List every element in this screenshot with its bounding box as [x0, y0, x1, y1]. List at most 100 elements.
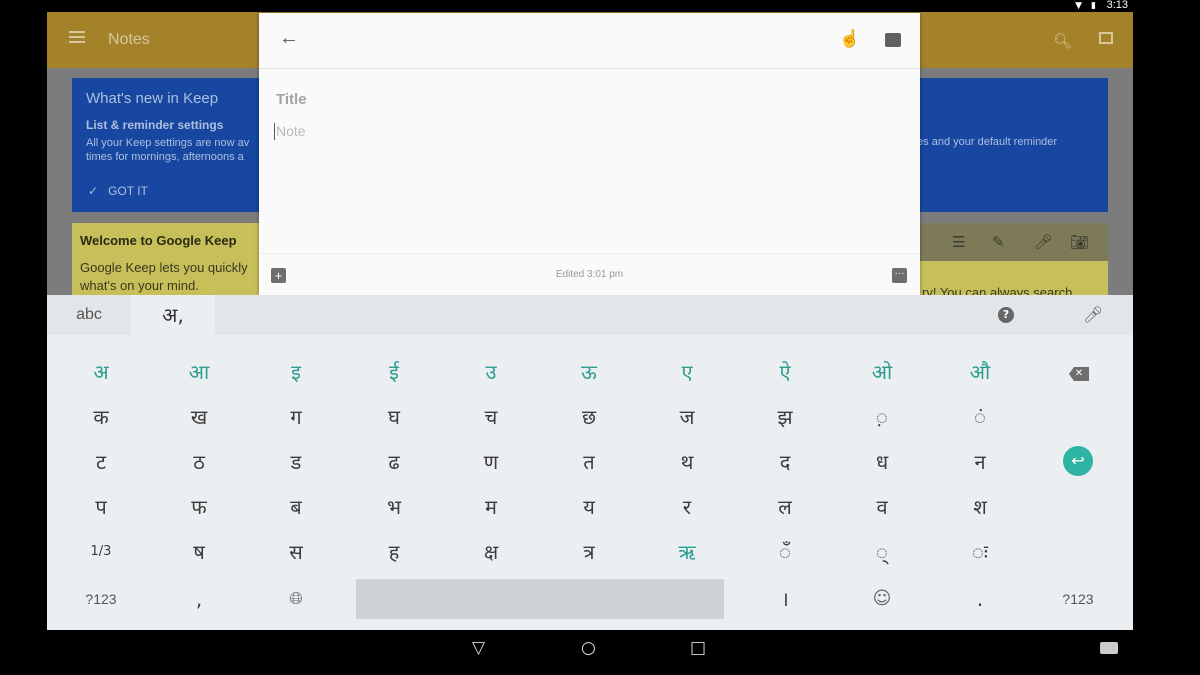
app-title: Notes — [108, 31, 150, 48]
key-2-8[interactable]: ध — [833, 440, 931, 484]
backspace-icon[interactable]: ✕ — [1069, 367, 1089, 381]
menu-icon[interactable] — [69, 31, 85, 43]
key-1-7[interactable]: झ — [736, 395, 834, 439]
key-0-3[interactable]: ई — [345, 350, 443, 394]
key-0-1[interactable]: आ — [150, 350, 248, 394]
key-4-8[interactable]: ◌् — [833, 530, 931, 574]
status-bar: ▼ ▮ 3:13 — [0, 0, 1200, 12]
key-0-0[interactable]: अ — [52, 350, 150, 394]
period-key[interactable]: . — [931, 577, 1029, 621]
key-1-3[interactable]: घ — [345, 395, 443, 439]
key-4-2[interactable]: स — [247, 530, 345, 574]
grid-view-icon[interactable] — [1099, 32, 1113, 44]
whats-new-body: All your Keep settings are now av times … — [86, 137, 250, 163]
home-icon[interactable]: ○ — [581, 638, 596, 658]
key-4-3[interactable]: ह — [345, 530, 443, 574]
symbols-key-left[interactable]: ?123 — [52, 577, 150, 621]
whats-new-subheading: List & reminder settings — [86, 118, 224, 132]
got-it-button[interactable]: ✓ GOT IT — [88, 184, 148, 198]
wifi-icon: ▼ — [1075, 1, 1082, 11]
key-3-1[interactable]: फ — [150, 485, 248, 529]
key-2-7[interactable]: द — [736, 440, 834, 484]
key-3-8[interactable]: व — [833, 485, 931, 529]
battery-icon: ▮ — [1091, 1, 1096, 11]
back-arrow-icon[interactable]: ← — [279, 27, 299, 50]
key-3-3[interactable]: भ — [345, 485, 443, 529]
key-2-5[interactable]: त — [540, 440, 638, 484]
space-bar[interactable] — [356, 579, 724, 619]
key-0-9[interactable]: औ — [931, 350, 1029, 394]
key-0-7[interactable]: ऐ — [736, 350, 834, 394]
clock: 3:13 — [1106, 0, 1128, 11]
help-icon[interactable]: ? — [998, 307, 1014, 323]
key-3-5[interactable]: य — [540, 485, 638, 529]
welcome-body: Google Keep lets you quickly what's on y… — [80, 260, 248, 293]
back-icon[interactable]: ▽ — [472, 638, 485, 658]
key-0-8[interactable]: ओ — [833, 350, 931, 394]
key-3-0[interactable]: प — [52, 485, 150, 529]
navigation-bar: ▽ ○ □ — [0, 630, 1200, 675]
key-2-6[interactable]: थ — [638, 440, 736, 484]
key-1-4[interactable]: च — [442, 395, 540, 439]
key-4-6[interactable]: ऋ — [638, 530, 736, 574]
editor-toolbar: ← ☝ — [259, 13, 920, 69]
editor-footer: + Edited 3:01 pm ··· — [259, 253, 920, 296]
tab-abc[interactable]: abc — [47, 295, 131, 335]
search-icon[interactable]: 🔍︎ — [1053, 32, 1072, 50]
key-0-5[interactable]: ऊ — [540, 350, 638, 394]
key-1-8[interactable]: ◌़ — [833, 395, 931, 439]
key-2-0[interactable]: ट — [52, 440, 150, 484]
key-1-9[interactable]: ◌ं — [931, 395, 1029, 439]
new-note-toolbar: ☰ ✎ 🎤︎ 📷︎ — [920, 223, 1108, 261]
welcome-heading: Welcome to Google Keep — [80, 233, 237, 248]
camera-icon[interactable]: 📷︎ — [1070, 233, 1089, 251]
key-2-3[interactable]: ढ — [345, 440, 443, 484]
danda-key[interactable]: । — [736, 577, 834, 621]
key-2-9[interactable]: न — [931, 440, 1029, 484]
key-2-1[interactable]: ठ — [150, 440, 248, 484]
emoji-icon[interactable]: ☺ — [833, 577, 931, 621]
mic-icon[interactable]: 🎤︎ — [1083, 305, 1103, 324]
key-4-9[interactable]: ◌ः — [931, 530, 1029, 574]
mic-icon[interactable]: 🎤︎ — [1034, 233, 1053, 251]
note-input[interactable]: Note — [274, 123, 306, 140]
list-icon[interactable]: ☰ — [952, 233, 965, 251]
hindi-keyboard: abc अ, ? 🎤︎ अ आ इ ई उ ऊ ए ऐ ओ औ क ख ग घ च छ ज झ ◌़ ◌ं ट ठ ड ढ ण त… — [47, 295, 1133, 630]
key-3-6[interactable]: र — [638, 485, 736, 529]
keyboard-suggestion-bar: abc अ, ? 🎤︎ — [47, 295, 1133, 335]
key-4-0[interactable]: 1/3 — [52, 530, 150, 574]
archive-icon[interactable] — [885, 33, 901, 47]
key-2-4[interactable]: ण — [442, 440, 540, 484]
key-2-2[interactable]: ड — [247, 440, 345, 484]
title-input[interactable]: Title — [276, 91, 307, 108]
key-1-1[interactable]: ख — [150, 395, 248, 439]
key-4-5[interactable]: त्र — [540, 530, 638, 574]
key-3-4[interactable]: म — [442, 485, 540, 529]
more-options-icon[interactable]: ··· — [892, 268, 907, 283]
enter-icon[interactable]: ↩ — [1063, 446, 1093, 476]
key-4-7[interactable]: ◌ँ — [736, 530, 834, 574]
key-4-4[interactable]: क्ष — [442, 530, 540, 574]
key-1-6[interactable]: ज — [638, 395, 736, 439]
keyboard-icon[interactable] — [1100, 642, 1118, 654]
key-1-2[interactable]: ग — [247, 395, 345, 439]
key-0-6[interactable]: ए — [638, 350, 736, 394]
key-0-4[interactable]: उ — [442, 350, 540, 394]
pen-icon[interactable]: ✎ — [992, 233, 1005, 251]
key-1-5[interactable]: छ — [540, 395, 638, 439]
whats-new-heading: What's new in Keep — [86, 90, 219, 107]
symbols-key-right[interactable]: ?123 — [1029, 577, 1127, 621]
key-1-0[interactable]: क — [52, 395, 150, 439]
globe-icon[interactable]: 🌐︎ — [247, 577, 345, 621]
hand-pointer-icon[interactable]: ☝ — [839, 29, 860, 49]
check-icon: ✓ — [88, 184, 99, 198]
key-3-7[interactable]: ल — [736, 485, 834, 529]
tab-hindi[interactable]: अ, — [131, 295, 215, 335]
key-4-1[interactable]: ष — [150, 530, 248, 574]
comma-key[interactable]: , — [150, 577, 248, 621]
edited-timestamp: Edited 3:01 pm — [555, 269, 624, 280]
key-3-2[interactable]: ब — [247, 485, 345, 529]
key-3-9[interactable]: श — [931, 485, 1029, 529]
key-0-2[interactable]: इ — [247, 350, 345, 394]
recents-icon[interactable]: □ — [690, 638, 706, 658]
